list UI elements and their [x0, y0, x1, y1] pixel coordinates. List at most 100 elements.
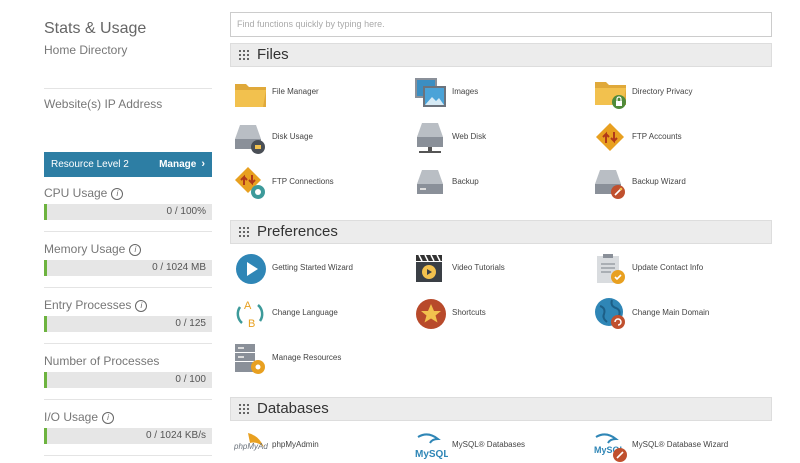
- file-manager-link[interactable]: File Manager: [234, 76, 404, 110]
- ftp-accounts-link[interactable]: FTP Accounts: [594, 121, 764, 155]
- getting-started-wizard-link[interactable]: Getting Started Wizard: [234, 252, 404, 286]
- change-language-link[interactable]: AB Change Language: [234, 297, 404, 331]
- backup-wizard-link[interactable]: Backup Wizard: [594, 166, 764, 200]
- search-input[interactable]: [231, 13, 771, 34]
- ftp-accounts-icon: [596, 123, 624, 151]
- stat-label: I/O Usage: [44, 410, 99, 424]
- star-icon: [416, 299, 446, 329]
- usage-bar: 0 / 1024 MB: [44, 260, 212, 276]
- disk-usage-link[interactable]: Disk Usage: [234, 121, 404, 155]
- stat-label: Memory Usage: [44, 242, 126, 256]
- usage-bar-fill: [44, 372, 47, 388]
- divider: [44, 455, 212, 456]
- play-icon: [236, 254, 266, 284]
- section-title: Databases: [257, 400, 329, 417]
- item-label: MySQL® Database Wizard: [632, 440, 729, 449]
- item-label: Backup Wizard: [632, 177, 686, 186]
- manage-resources-link[interactable]: Manage Resources: [234, 342, 404, 376]
- images-icon: [415, 78, 446, 107]
- item-label: phpMyAdmin: [272, 440, 319, 449]
- stat-io-usage: I/O Usage i 0 / 1024 KB/s: [44, 410, 212, 456]
- backup-wizard-icon: [595, 170, 625, 199]
- usage-bar: 0 / 1024 KB/s: [44, 428, 212, 444]
- manage-button[interactable]: Manage ›: [159, 158, 205, 170]
- item-label: Change Main Domain: [632, 308, 710, 317]
- update-contact-info-link[interactable]: Update Contact Info: [594, 252, 764, 286]
- phpmyadmin-icon: phpMyAdmin: [234, 433, 268, 451]
- item-label: Manage Resources: [272, 353, 342, 362]
- shortcuts-link[interactable]: Shortcuts: [414, 297, 584, 331]
- mysql-databases-link[interactable]: MySQL MySQL® Databases: [414, 429, 584, 463]
- change-main-domain-link[interactable]: Change Main Domain: [594, 297, 764, 331]
- usage-value: 0 / 1024 KB/s: [145, 430, 206, 441]
- mysql-wizard-icon: MySQL: [594, 433, 627, 462]
- item-label: Disk Usage: [272, 132, 313, 141]
- svg-text:A: A: [244, 300, 252, 312]
- globe-icon: [595, 298, 625, 329]
- chevron-right-icon: ›: [201, 158, 205, 170]
- directory-privacy-link[interactable]: Directory Privacy: [594, 76, 764, 110]
- item-label: Images: [452, 87, 479, 96]
- usage-bar: 0 / 100%: [44, 204, 212, 220]
- resource-level-bar: Resource Level 2 Manage ›: [44, 152, 212, 177]
- usage-bar-fill: [44, 316, 47, 332]
- backup-icon: [417, 170, 443, 194]
- manage-label: Manage: [159, 159, 197, 170]
- ftp-connections-icon: [235, 167, 265, 199]
- usage-bar: 0 / 125: [44, 316, 212, 332]
- drag-handle-icon[interactable]: [239, 404, 249, 414]
- images-link[interactable]: Images: [414, 76, 584, 110]
- mysql-database-wizard-link[interactable]: MySQL MySQL® Database Wizard: [594, 429, 764, 463]
- drag-handle-icon[interactable]: [239, 227, 249, 237]
- backup-link[interactable]: Backup: [414, 166, 584, 200]
- section-title: Preferences: [257, 223, 338, 240]
- ftp-connections-link[interactable]: FTP Connections: [234, 166, 404, 200]
- usage-bar-fill: [44, 204, 47, 220]
- server-gear-icon: [235, 344, 265, 374]
- usage-value: 0 / 100: [175, 374, 206, 385]
- item-label: FTP Connections: [272, 177, 334, 186]
- item-label: Shortcuts: [452, 308, 486, 317]
- item-label: Directory Privacy: [632, 87, 693, 96]
- item-label: Backup: [452, 177, 479, 186]
- stat-label: Number of Processes: [44, 354, 160, 368]
- web-disk-icon: [417, 123, 443, 153]
- contact-info-icon: [597, 254, 625, 284]
- web-disk-link[interactable]: Web Disk: [414, 121, 584, 155]
- info-icon[interactable]: i: [102, 411, 115, 424]
- stat-entry-processes: Entry Processes i 0 / 125: [44, 298, 212, 344]
- usage-bar-fill: [44, 428, 47, 444]
- home-directory-label: Home Directory: [44, 43, 128, 57]
- usage-value: 0 / 100%: [166, 206, 206, 217]
- section-header-preferences[interactable]: Preferences: [230, 220, 772, 244]
- drag-handle-icon[interactable]: [239, 50, 249, 60]
- stats-title: Stats & Usage: [44, 20, 147, 37]
- item-label: File Manager: [272, 87, 319, 96]
- stat-label: Entry Processes: [44, 298, 132, 312]
- usage-bar: 0 / 100: [44, 372, 212, 388]
- usage-value: 0 / 125: [175, 318, 206, 329]
- stat-cpu-usage: CPU Usage i 0 / 100%: [44, 186, 212, 232]
- usage-value: 0 / 1024 MB: [152, 262, 206, 273]
- mysql-logo-text: MySQL: [415, 449, 448, 460]
- resource-level-label: Resource Level 2: [51, 159, 129, 170]
- item-label: Getting Started Wizard: [272, 263, 353, 272]
- divider: [44, 343, 212, 344]
- info-icon[interactable]: i: [135, 299, 148, 312]
- disk-usage-icon: [235, 125, 265, 154]
- info-icon[interactable]: i: [129, 243, 142, 256]
- video-icon: [416, 254, 442, 282]
- video-tutorials-link[interactable]: Video Tutorials: [414, 252, 584, 286]
- stats-sidebar: Stats & Usage Home Directory Website(s) …: [44, 0, 212, 463]
- item-label: Change Language: [272, 308, 338, 317]
- phpmyadmin-link[interactable]: phpMyAdmin phpMyAdmin: [234, 429, 404, 463]
- section-header-files[interactable]: Files: [230, 43, 772, 67]
- divider: [44, 287, 212, 288]
- mysql-icon: MySQL: [415, 433, 448, 460]
- section-header-databases[interactable]: Databases: [230, 397, 772, 421]
- function-search: [230, 12, 772, 37]
- info-icon[interactable]: i: [111, 187, 124, 200]
- divider: [44, 88, 212, 89]
- stat-memory-usage: Memory Usage i 0 / 1024 MB: [44, 242, 212, 288]
- usage-bar-fill: [44, 260, 47, 276]
